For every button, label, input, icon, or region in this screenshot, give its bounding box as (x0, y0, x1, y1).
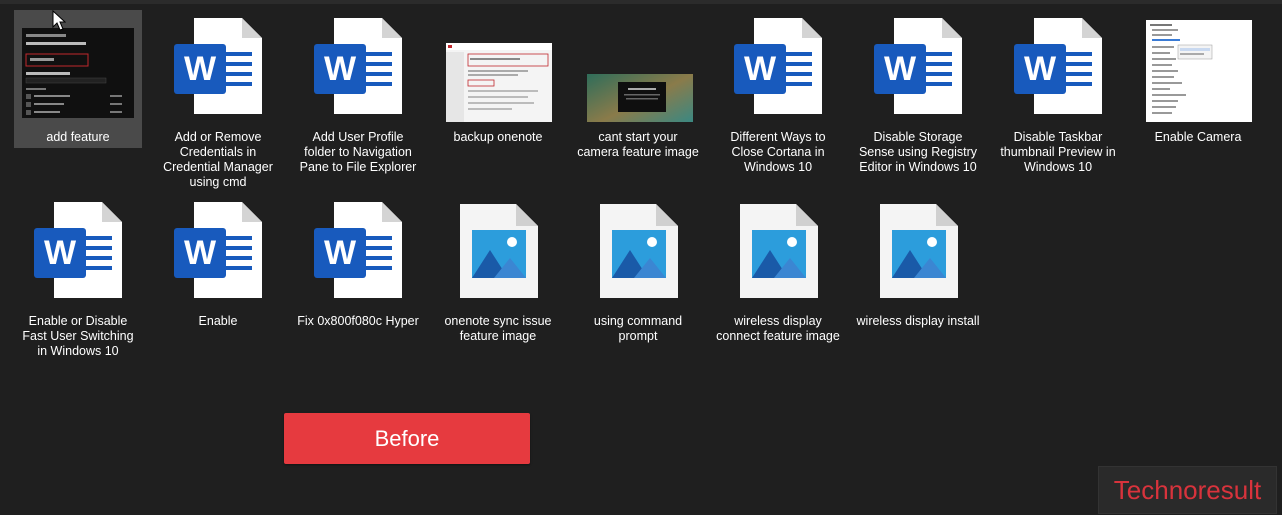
screenshot-thumbnail (1146, 20, 1252, 122)
file-item-backup-onenote[interactable]: backup onenote (434, 10, 562, 192)
file-name: Enable or Disable Fast User Switching in… (22, 314, 134, 358)
file-name: wireless display connect feature image (716, 314, 840, 343)
file-item-word[interactable]: W Disable Taskbar thumbnail Preview in W… (994, 10, 1122, 192)
svg-text:W: W (324, 50, 357, 88)
before-button[interactable]: Before (284, 413, 530, 464)
screenshot-thumbnail (587, 74, 693, 122)
file-item-add-feature[interactable]: add feature (14, 10, 142, 148)
word-document-icon: W (174, 202, 262, 298)
file-item-enable-camera[interactable]: Enable Camera (1134, 10, 1262, 192)
file-item-word[interactable]: W Enable or Disable Fast User Switching … (14, 194, 142, 376)
file-name: backup onenote (453, 130, 543, 144)
word-document-icon: W (734, 18, 822, 114)
word-document-icon: W (874, 18, 962, 114)
file-name: Enable (198, 314, 238, 328)
file-item-image[interactable]: wireless display install (854, 194, 982, 376)
mouse-pointer-icon (52, 10, 66, 31)
file-name: Fix 0x800f080c Hyper (297, 314, 419, 328)
svg-text:W: W (324, 234, 357, 272)
file-item-word[interactable]: W Add or Remove Credentials in Credentia… (154, 10, 282, 192)
svg-text:W: W (744, 50, 777, 88)
file-item-image[interactable]: using command prompt (574, 194, 702, 376)
screenshot-thumbnail (446, 43, 552, 122)
screenshot-thumbnail (22, 28, 134, 118)
word-document-icon: W (1014, 18, 1102, 114)
svg-text:W: W (44, 234, 77, 272)
word-document-icon: W (314, 202, 402, 298)
file-name: Add or Remove Credentials in Credential … (163, 130, 273, 189)
file-item-word[interactable]: W Add User Profile folder to Navigation … (294, 10, 422, 192)
file-item-word[interactable]: W Fix 0x800f080c Hyper (294, 194, 422, 376)
svg-text:W: W (184, 234, 217, 272)
file-name: wireless display install (856, 314, 980, 328)
file-name: Enable Camera (1154, 130, 1242, 144)
file-name: Different Ways to Close Cortana in Windo… (730, 130, 826, 174)
image-file-icon (880, 204, 958, 298)
svg-text:W: W (1024, 50, 1057, 88)
file-item-image[interactable]: wireless display connect feature image (714, 194, 842, 376)
svg-text:W: W (884, 50, 917, 88)
file-name: cant start your camera feature image (577, 130, 699, 159)
file-name: Disable Storage Sense using Registry Edi… (858, 130, 978, 174)
file-item-cant-start-camera[interactable]: cant start your camera feature image (574, 10, 702, 192)
image-file-icon (460, 204, 538, 298)
word-document-icon: W (34, 202, 122, 298)
image-file-icon (740, 204, 818, 298)
file-item-word[interactable]: W Disable Storage Sense using Registry E… (854, 10, 982, 192)
file-item-word[interactable]: W Enable (154, 194, 282, 376)
file-name: Add User Profile folder to Navigation Pa… (299, 130, 417, 174)
file-item-word[interactable]: W Different Ways to Close Cortana in Win… (714, 10, 842, 192)
watermark-logo: Technoresult (1098, 466, 1277, 514)
file-name: onenote sync issue feature image (444, 314, 552, 343)
window-top-edge (0, 0, 1282, 4)
file-name: add feature (46, 130, 110, 144)
word-document-icon: W (314, 18, 402, 114)
file-item-image[interactable]: onenote sync issue feature image (434, 194, 562, 376)
svg-text:W: W (184, 50, 217, 88)
word-document-icon: W (174, 18, 262, 114)
file-name: using command prompt (593, 314, 683, 343)
file-name: Disable Taskbar thumbnail Preview in Win… (1000, 130, 1116, 174)
image-file-icon (600, 204, 678, 298)
